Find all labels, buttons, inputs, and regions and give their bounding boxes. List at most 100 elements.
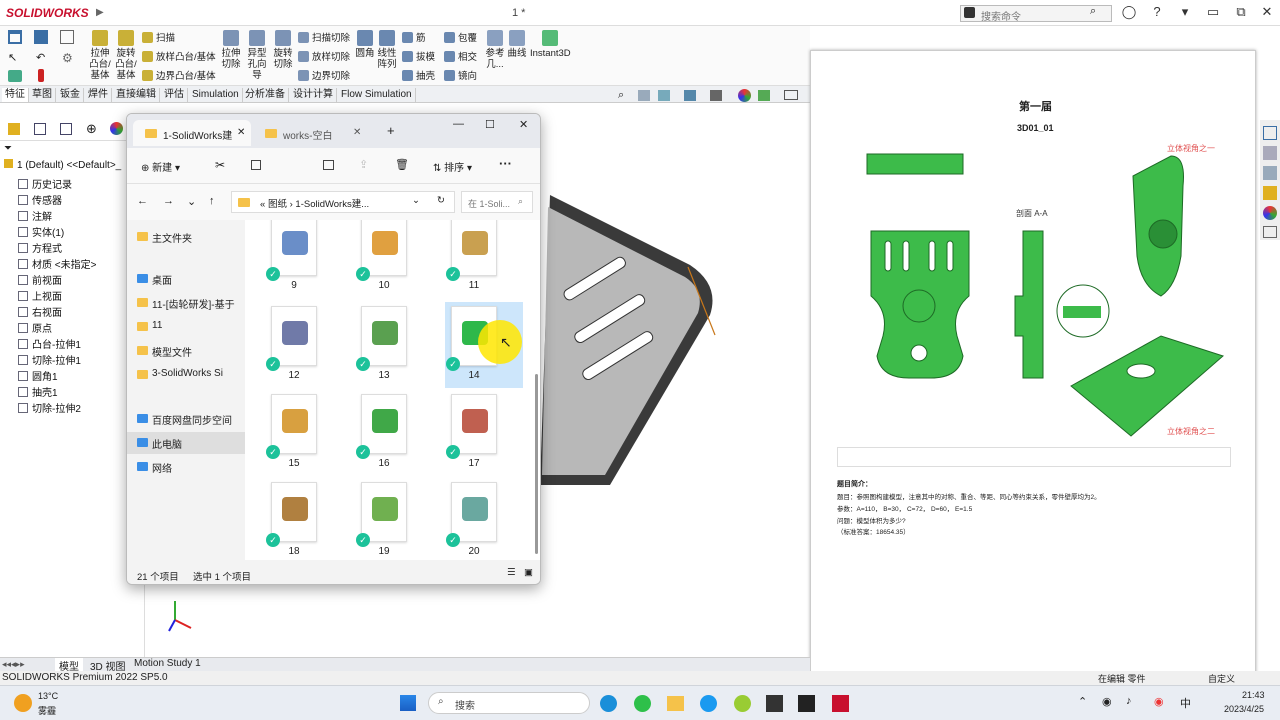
tree-item[interactable]: 上视面: [8, 288, 62, 303]
refresh-icon[interactable]: ↻: [437, 195, 445, 206]
boundary-boss-button[interactable]: 边界凸台/基体: [142, 68, 216, 82]
file-thumbnail[interactable]: ✓: [356, 394, 407, 459]
crumb-drawings[interactable]: 图纸: [268, 199, 287, 210]
gear-icon[interactable]: ⚙: [62, 51, 73, 65]
tab-close-icon[interactable]: ✕: [237, 127, 245, 138]
tab-evaluate[interactable]: 评估: [161, 88, 188, 102]
tree-item[interactable]: 前视面: [8, 272, 62, 287]
scrollbar-thumb[interactable]: [535, 374, 538, 554]
resources-icon[interactable]: [1263, 146, 1277, 160]
fillet-button[interactable]: 圆角: [354, 30, 376, 59]
tree-item[interactable]: 原点: [8, 320, 52, 335]
nav-item[interactable]: 此电脑: [127, 432, 245, 454]
view-orientation-icon[interactable]: [684, 90, 696, 101]
wechat-icon[interactable]: [634, 695, 651, 712]
file-thumbnail[interactable]: ✓: [356, 220, 407, 281]
linear-pattern-button[interactable]: 线性阵列: [376, 30, 398, 70]
intersect-button[interactable]: 相交: [444, 49, 477, 63]
file-thumbnail[interactable]: ✓: [356, 482, 407, 547]
draft-button[interactable]: 拔模: [402, 49, 435, 63]
edge-icon[interactable]: [600, 695, 617, 712]
expand-arrow-icon[interactable]: ▶: [96, 7, 104, 18]
extrude-boss-button[interactable]: 拉伸凸台/基体: [88, 30, 112, 81]
copy-icon[interactable]: [251, 160, 261, 170]
restore-icon[interactable]: ⧉: [1232, 4, 1250, 20]
file-thumbnail[interactable]: ✓: [266, 394, 317, 459]
tree-item[interactable]: 材质 <未指定>: [8, 256, 96, 271]
tab-sheet-metal[interactable]: 钣金: [57, 88, 84, 102]
filter-icon[interactable]: ⏷: [4, 143, 12, 154]
tab-analysis-prep[interactable]: 分析准备: [242, 88, 289, 102]
tab-scroll-icon[interactable]: ◂◂◂▸▸: [2, 659, 25, 670]
monitor-icon[interactable]: [784, 90, 798, 100]
tab-sketch[interactable]: 草图: [29, 88, 56, 102]
mirror-button[interactable]: 镜向: [444, 68, 477, 82]
nav-item[interactable]: 主文件夹: [127, 226, 245, 248]
cut-icon[interactable]: ✂: [215, 158, 225, 172]
appearances-pane-icon[interactable]: [1263, 206, 1277, 220]
tab-design-calc[interactable]: 设计计算: [290, 88, 337, 102]
tab-close-icon[interactable]: ✕: [353, 127, 361, 138]
hole-wizard-button[interactable]: 异型孔向导: [244, 30, 270, 81]
app-icon-3[interactable]: [766, 695, 783, 712]
home-icon[interactable]: [8, 30, 22, 44]
tree-item[interactable]: 注解: [8, 208, 52, 223]
rename-icon[interactable]: [323, 160, 334, 170]
tab-motion-study[interactable]: Motion Study 1: [132, 658, 203, 669]
file-thumbnail[interactable]: ✓: [446, 482, 497, 547]
shell-button[interactable]: 抽壳: [402, 68, 435, 82]
custom-props-icon[interactable]: [1263, 226, 1277, 238]
nav-item[interactable]: 11-[齿轮研发]-基于: [127, 292, 245, 314]
sweep-button[interactable]: 扫描: [142, 30, 175, 44]
feature-manager-icon[interactable]: [8, 123, 20, 135]
app-tray-icon[interactable]: ◉: [1154, 695, 1164, 708]
boundary-cut-button[interactable]: 边界切除: [298, 68, 350, 82]
help-icon[interactable]: ?: [1148, 4, 1166, 19]
more-icon[interactable]: ···: [499, 156, 512, 171]
tree-item[interactable]: 传感器: [8, 192, 62, 207]
file-explorer-icon[interactable]: [667, 696, 684, 711]
tab-features[interactable]: 特征: [2, 88, 29, 102]
tree-item[interactable]: 圆角1: [8, 368, 58, 383]
weather-icon[interactable]: [14, 694, 32, 712]
property-manager-icon[interactable]: [34, 123, 46, 135]
details-view-icon[interactable]: ☰: [507, 567, 516, 578]
chevron-down-icon[interactable]: ⌄: [412, 195, 420, 206]
display-manager-icon[interactable]: [110, 122, 123, 135]
scene-icon[interactable]: [758, 90, 770, 101]
up-arrow-icon[interactable]: ↑: [209, 195, 215, 207]
undo-icon[interactable]: ↶: [36, 51, 45, 64]
clock-date[interactable]: 2023/4/25: [1224, 704, 1264, 714]
file-thumbnail[interactable]: ✓: [446, 220, 497, 281]
search-icon[interactable]: ⌕: [1090, 5, 1096, 18]
ime-tray-icon[interactable]: 中: [1180, 695, 1191, 711]
file-thumbnail[interactable]: ✓: [266, 482, 317, 547]
loft-button[interactable]: 放样凸台/基体: [142, 49, 216, 63]
app-icon-2[interactable]: [734, 695, 751, 712]
clock-time[interactable]: 21:43: [1242, 690, 1265, 700]
delete-icon[interactable]: 🗑: [395, 158, 409, 171]
configuration-icon[interactable]: [60, 123, 72, 135]
forward-arrow-icon[interactable]: →: [163, 195, 174, 207]
chevron-down-icon[interactable]: ▾: [1176, 4, 1194, 20]
previous-view-icon[interactable]: [658, 90, 670, 101]
revolve-boss-button[interactable]: 旋转凸台/基体: [114, 30, 138, 81]
extrude-cut-button[interactable]: 拉伸切除: [220, 30, 242, 70]
share-icon[interactable]: ⇪: [359, 158, 368, 171]
nav-item[interactable]: 11: [127, 316, 245, 338]
zoom-icon[interactable]: ⌕: [618, 89, 624, 102]
curves-button[interactable]: 曲线: [506, 30, 528, 59]
maximize-icon[interactable]: ☐: [485, 118, 495, 131]
wrap-button[interactable]: 包覆: [444, 30, 477, 44]
tab-simulation[interactable]: Simulation: [189, 88, 243, 102]
tab-flow-simulation[interactable]: Flow Simulation: [338, 88, 416, 102]
address-bar[interactable]: « 图纸 › 1-SolidWorks建... ⌄ ↻: [231, 191, 455, 213]
file-explorer-pane-icon[interactable]: [1263, 186, 1277, 200]
library-icon[interactable]: [1263, 166, 1277, 180]
home-pane-icon[interactable]: [1263, 126, 1277, 140]
nav-item[interactable]: 3-SolidWorks Si: [127, 364, 245, 386]
nav-item[interactable]: 百度网盘同步空间: [127, 408, 245, 430]
start-icon[interactable]: [400, 695, 416, 711]
crumb-folder[interactable]: 1-SolidWorks建...: [295, 199, 369, 210]
speaker-tray-icon[interactable]: ♪: [1126, 695, 1132, 707]
